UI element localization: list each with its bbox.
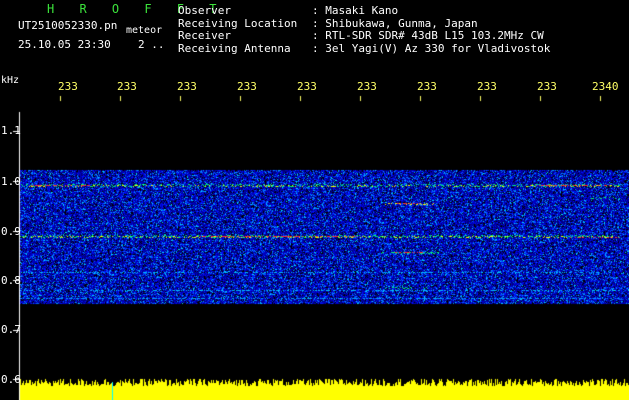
- x-tick-label: 233: [357, 80, 377, 93]
- y-axis-unit: kHz: [1, 75, 20, 86]
- x-tick-label: 233: [417, 80, 437, 93]
- receiver-value: : RTL-SDR SDR# 43dB L15 103.2MHz CW: [312, 29, 544, 42]
- mode-label: meteor: [126, 25, 163, 36]
- receiver-row: Receiver : RTL-SDR SDR# 43dB L15 103.2MH…: [178, 29, 550, 43]
- x-tick-label: 233: [117, 80, 137, 93]
- receiver-key: Receiver: [178, 29, 231, 42]
- x-tick-label: 233: [477, 80, 497, 93]
- antenna-key: Receiving Antenna: [178, 41, 291, 55]
- detection-count: 2 ..: [138, 38, 165, 51]
- observer-key: Observer: [178, 4, 231, 17]
- x-tick-label: 233: [297, 80, 317, 93]
- x-tick-label: 2340: [592, 80, 619, 93]
- date-time: 25.10.05 23:30: [18, 38, 111, 51]
- y-tick-label: 0.8: [1, 274, 21, 287]
- y-tick-label: 0.9: [1, 225, 21, 238]
- y-tick-label: 1.0: [1, 175, 21, 188]
- y-tick-label: 1.1: [1, 124, 21, 137]
- observer-value: : Masaki Kano: [312, 4, 399, 17]
- x-tick-label: 233: [177, 80, 197, 93]
- x-tick-label: 233: [537, 80, 557, 93]
- file-name: UT2510052330.pn: [18, 19, 118, 32]
- spectrogram-canvas: [0, 72, 629, 400]
- observer-row: Observer : Masaki Kano: [178, 4, 550, 18]
- x-tick-label: 233: [58, 80, 78, 93]
- antenna-value: : 3el Yagi(V) Az 330 for Vladivostok: [312, 41, 551, 55]
- antenna-row: Receiving Antenna : 3el Yagi(V) Az 330 f…: [178, 41, 551, 56]
- y-tick-label: 0.7: [1, 323, 21, 336]
- spectrogram-window: { "header": { "title": "H R O F F T", "f…: [0, 0, 629, 400]
- station-info: Observer : Masaki Kano Receiving Locatio…: [178, 4, 551, 56]
- x-tick-label: 233: [237, 80, 257, 93]
- y-tick-label: 0.6: [1, 373, 21, 386]
